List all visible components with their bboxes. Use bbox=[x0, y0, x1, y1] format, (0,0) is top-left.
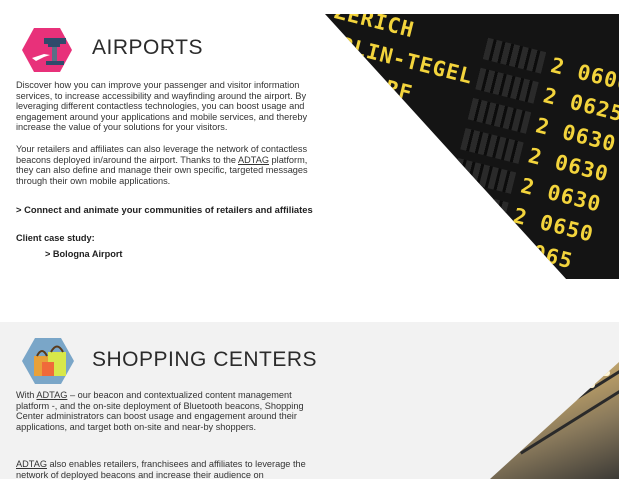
shopping-mall-image bbox=[490, 362, 619, 479]
escalator-rail bbox=[520, 377, 619, 455]
shopping-retailers-paragraph: ADTAG also enables retailers, franchisee… bbox=[16, 459, 314, 480]
shopping-bags-icon bbox=[22, 338, 74, 384]
airports-title: AIRPORTS bbox=[92, 36, 203, 59]
shopping-centers-title: SHOPPING CENTERS bbox=[92, 348, 318, 371]
connect-communities-link[interactable]: > Connect and animate your communities o… bbox=[16, 204, 313, 215]
adtag-link[interactable]: ADTAG bbox=[238, 155, 269, 165]
shopping-centers-section: SHOPPING CENTERS With ADTAG – our beacon… bbox=[0, 322, 619, 480]
adtag-link[interactable]: ADTAG bbox=[36, 390, 67, 400]
shopping-intro-paragraph: With ADTAG – our beacon and contextualiz… bbox=[16, 390, 314, 432]
ceiling-light bbox=[600, 370, 610, 376]
top-bar bbox=[0, 0, 619, 15]
paragraph-text: With bbox=[16, 390, 37, 400]
ceiling-light bbox=[585, 382, 595, 388]
airports-retailers-paragraph: Your retailers and affiliates can also l… bbox=[16, 144, 324, 186]
airport-tower-icon bbox=[22, 28, 72, 72]
airports-intro-paragraph: Discover how you can improve your passen… bbox=[16, 80, 308, 133]
case-study-label: Client case study: bbox=[16, 233, 95, 243]
paragraph-text: also enables retailers, franchisees and … bbox=[16, 459, 306, 480]
bologna-airport-link[interactable]: > Bologna Airport bbox=[45, 249, 123, 259]
adtag-link[interactable]: ADTAG bbox=[16, 459, 47, 469]
